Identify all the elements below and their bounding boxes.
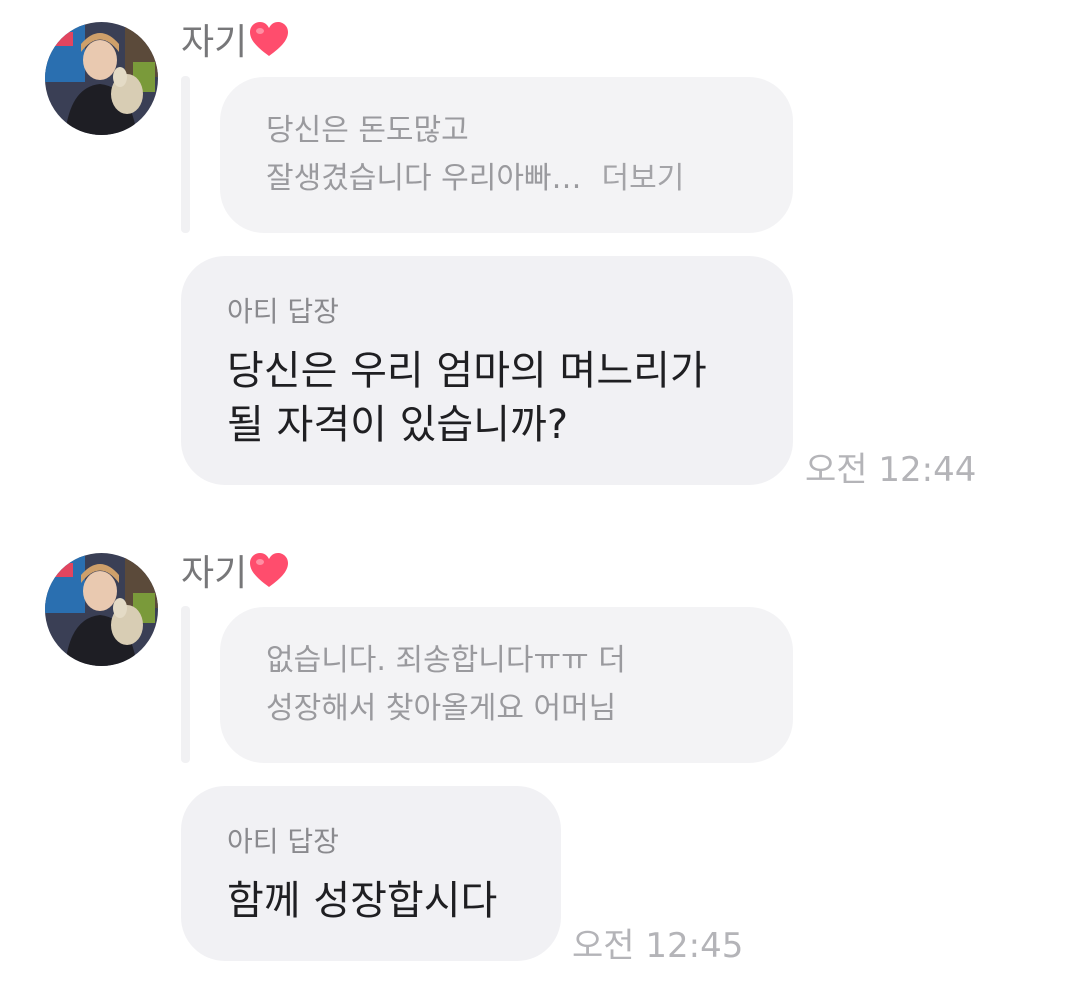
reply-label: 아티 답장	[227, 295, 339, 328]
sender-name-text: 자기	[181, 22, 248, 63]
quoted-text-line: 없습니다. 죄송합니다ㅠㅠ 더	[266, 643, 626, 678]
reply-bubble[interactable]: 아티 답장 당신은 우리 엄마의 며느리가 될 자격이 있습니까?	[181, 256, 793, 485]
sender-name: 자기	[181, 553, 289, 598]
quoted-message[interactable]: 없습니다. 죄송합니다ㅠㅠ 더 성장해서 찾아올게요 어머님	[220, 607, 793, 763]
reply-text-line: 함께 성장합시다	[227, 878, 498, 924]
quoted-text-line: 당신은 돈도많고	[266, 113, 469, 148]
sender-name: 자기	[181, 22, 289, 67]
quote-bar	[181, 76, 190, 233]
sender-avatar[interactable]	[45, 22, 158, 135]
sender-name-text: 자기	[181, 553, 248, 594]
reply-text-line: 당신은 우리 엄마의 며느리가	[227, 348, 707, 394]
message-timestamp: 오전 12:44	[805, 450, 977, 490]
reply-label: 아티 답장	[227, 825, 339, 858]
heart-icon	[249, 22, 289, 67]
quoted-text-line: 잘생겼습니다 우리아빠… 더보기	[266, 161, 685, 196]
sender-avatar[interactable]	[45, 553, 158, 666]
see-more-link[interactable]: 더보기	[602, 161, 685, 196]
quoted-text-line: 성장해서 찾아올게요 어머님	[266, 691, 617, 726]
reply-bubble[interactable]: 아티 답장 함께 성장합시다	[181, 786, 561, 961]
quoted-message[interactable]: 당신은 돈도많고 잘생겼습니다 우리아빠… 더보기	[220, 77, 793, 233]
reply-text-line: 될 자격이 있습니까?	[227, 402, 569, 448]
quote-bar	[181, 606, 190, 763]
message-timestamp: 오전 12:45	[572, 926, 744, 966]
heart-icon	[249, 553, 289, 598]
